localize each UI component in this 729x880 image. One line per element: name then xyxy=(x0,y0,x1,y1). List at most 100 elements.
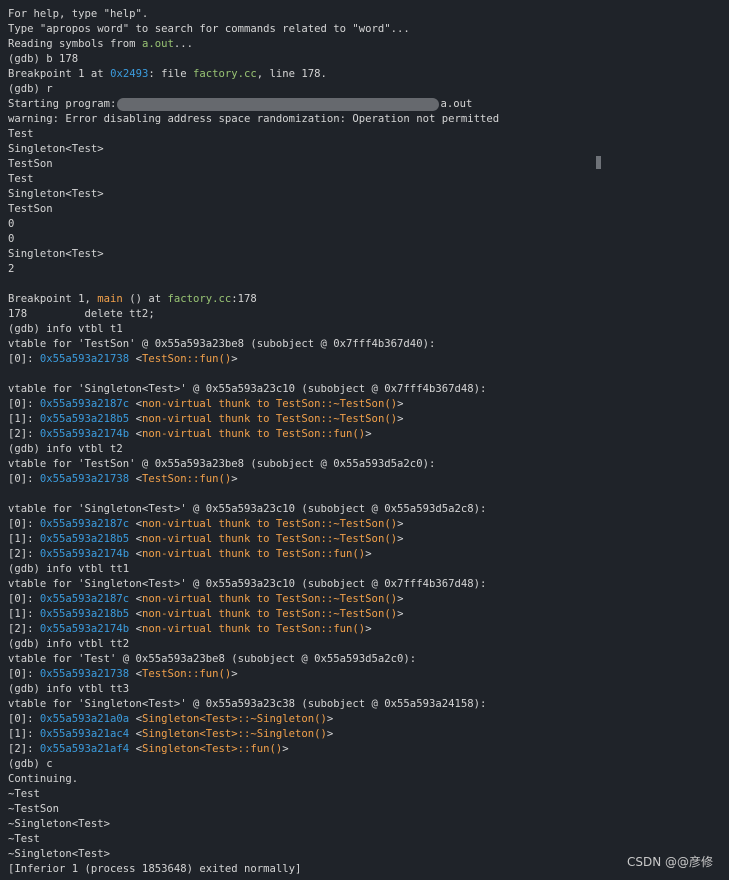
output-text: (gdb) info vtbl t2 xyxy=(8,443,123,455)
terminal-line: warning: Error disabling address space r… xyxy=(8,112,729,127)
output-text: > xyxy=(365,548,372,560)
output-text: :178 xyxy=(231,293,257,305)
function-name: non-virtual thunk to TestSon::~TestSon() xyxy=(141,413,398,425)
output-text: [2]: xyxy=(8,743,40,755)
output-text: 0 xyxy=(8,218,15,230)
terminal-line: (gdb) info vtbl tt1 xyxy=(8,562,729,577)
output-text: [2]: xyxy=(8,548,40,560)
text-cursor xyxy=(596,156,601,169)
output-text: [1]: xyxy=(8,533,40,545)
output-text: [Inferior 1 (process 1853648) exited nor… xyxy=(8,863,302,875)
output-text: > xyxy=(365,428,372,440)
terminal-line: Test xyxy=(8,127,729,142)
terminal-line: [0]: 0x55a593a21a0a <Singleton<Test>::~S… xyxy=(8,712,729,727)
output-text: > xyxy=(326,728,334,740)
output-text: > xyxy=(231,668,238,680)
terminal-line: [0]: 0x55a593a21738 <TestSon::fun()> xyxy=(8,472,729,487)
terminal-line: (gdb) info vtbl tt3 xyxy=(8,682,729,697)
output-text: [2]: xyxy=(8,623,40,635)
terminal-line: [2]: 0x55a593a2174b <non-virtual thunk t… xyxy=(8,427,729,442)
output-text: vtable for 'Singleton<Test>' @ 0x55a593a… xyxy=(8,503,487,515)
output-text: Singleton<Test> xyxy=(8,248,104,260)
terminal-output: For help, type "help". Type "apropos word… xyxy=(8,7,729,877)
redacted-path-block xyxy=(117,97,440,111)
output-text: [0]: xyxy=(8,593,40,605)
output-text: > xyxy=(397,518,404,530)
terminal-line: 0 xyxy=(8,232,729,247)
function-name: non-virtual thunk to TestSon::~TestSon() xyxy=(141,533,398,545)
terminal-line: Breakpoint 1 at 0x2493: file factory.cc,… xyxy=(8,67,729,82)
terminal-line: Continuing. xyxy=(8,772,729,787)
output-text: < xyxy=(129,593,142,605)
output-text: < xyxy=(129,623,142,635)
output-text: Continuing. xyxy=(8,773,79,785)
output-text: () at xyxy=(122,293,168,305)
output-text: < xyxy=(129,413,142,425)
memory-address: 0x55a593a218b5 xyxy=(39,608,130,620)
output-text: [0]: xyxy=(8,713,40,725)
output-text: > xyxy=(397,413,404,425)
terminal-line: [0]: 0x55a593a2187c <non-virtual thunk t… xyxy=(8,592,729,607)
terminal-line: vtable for 'Singleton<Test>' @ 0x55a593a… xyxy=(8,697,729,712)
output-text: > xyxy=(397,593,404,605)
output-text: Breakpoint 1 at xyxy=(8,68,111,80)
watermark: CSDN @@彦修 xyxy=(626,855,713,869)
function-name: non-virtual thunk to TestSon::~TestSon() xyxy=(141,398,398,410)
terminal-line: (gdb) info vtbl t2 xyxy=(8,442,729,457)
output-text: < xyxy=(129,728,142,740)
output-text: a.out xyxy=(440,98,473,110)
terminal-line: ~TestSon xyxy=(8,802,729,817)
terminal-line: (gdb) info vtbl t1 xyxy=(8,322,729,337)
memory-address: 0x55a593a2174b xyxy=(39,623,130,635)
memory-address: 0x55a593a2174b xyxy=(39,428,130,440)
terminal-line: Singleton<Test> xyxy=(8,142,729,157)
terminal-line: [1]: 0x55a593a218b5 <non-virtual thunk t… xyxy=(8,412,729,427)
terminal-line: 0 xyxy=(8,217,729,232)
output-text: 2 xyxy=(8,263,15,275)
function-name: main xyxy=(97,293,123,305)
memory-address: 0x55a593a2174b xyxy=(39,548,130,560)
terminal-line: ~Singleton<Test> xyxy=(8,847,729,862)
function-name: non-virtual thunk to TestSon::~TestSon() xyxy=(141,608,398,620)
output-text: : file xyxy=(148,68,193,80)
output-text: , line 178. xyxy=(256,68,327,80)
terminal-line: 2 xyxy=(8,262,729,277)
file-name: factory.cc xyxy=(193,68,257,80)
output-text: [2]: xyxy=(8,428,40,440)
output-text: (gdb) info vtbl t1 xyxy=(8,323,123,335)
output-text: [0]: xyxy=(8,398,40,410)
output-text: Test xyxy=(8,173,34,185)
terminal-line: [1]: 0x55a593a21ac4 <Singleton<Test>::~S… xyxy=(8,727,729,742)
terminal-line: Test xyxy=(8,172,729,187)
terminal-line: TestSon xyxy=(8,157,729,172)
output-text: warning: Error disabling address space r… xyxy=(8,113,500,125)
memory-address: 0x55a593a218b5 xyxy=(39,413,130,425)
memory-address: 0x55a593a2187c xyxy=(39,398,130,410)
memory-address: 0x55a593a218b5 xyxy=(39,533,130,545)
output-text: < xyxy=(129,473,142,485)
function-name: non-virtual thunk to TestSon::fun() xyxy=(141,623,366,635)
output-text: < xyxy=(129,353,142,365)
output-text: ~Singleton<Test> xyxy=(8,818,111,830)
output-text: < xyxy=(129,548,142,560)
output-text: ~TestSon xyxy=(8,803,60,815)
terminal-line: [2]: 0x55a593a21af4 <Singleton<Test>::fu… xyxy=(8,742,729,757)
terminal-line: Starting program: a.out xyxy=(8,97,729,112)
output-text: [0]: xyxy=(8,518,40,530)
terminal-window[interactable]: For help, type "help". Type "apropos word… xyxy=(0,0,729,880)
terminal-line: vtable for 'TestSon' @ 0x55a593a23be8 (s… xyxy=(8,337,729,352)
memory-address: 0x55a593a21738 xyxy=(39,353,130,365)
output-text: < xyxy=(129,533,142,545)
terminal-line: Singleton<Test> xyxy=(8,187,729,202)
output-text: [0]: xyxy=(8,473,40,485)
output-text: ~Singleton<Test> xyxy=(8,848,111,860)
output-text: < xyxy=(129,608,142,620)
memory-address: 0x55a593a21ac4 xyxy=(39,728,130,740)
output-text: vtable for 'Singleton<Test>' @ 0x55a593a… xyxy=(8,698,487,710)
output-text: [1]: xyxy=(8,728,40,740)
output-text: > xyxy=(397,398,404,410)
output-text: (gdb) info vtbl tt2 xyxy=(8,638,130,650)
terminal-line: ~Test xyxy=(8,832,729,847)
output-text: Test xyxy=(8,128,34,140)
